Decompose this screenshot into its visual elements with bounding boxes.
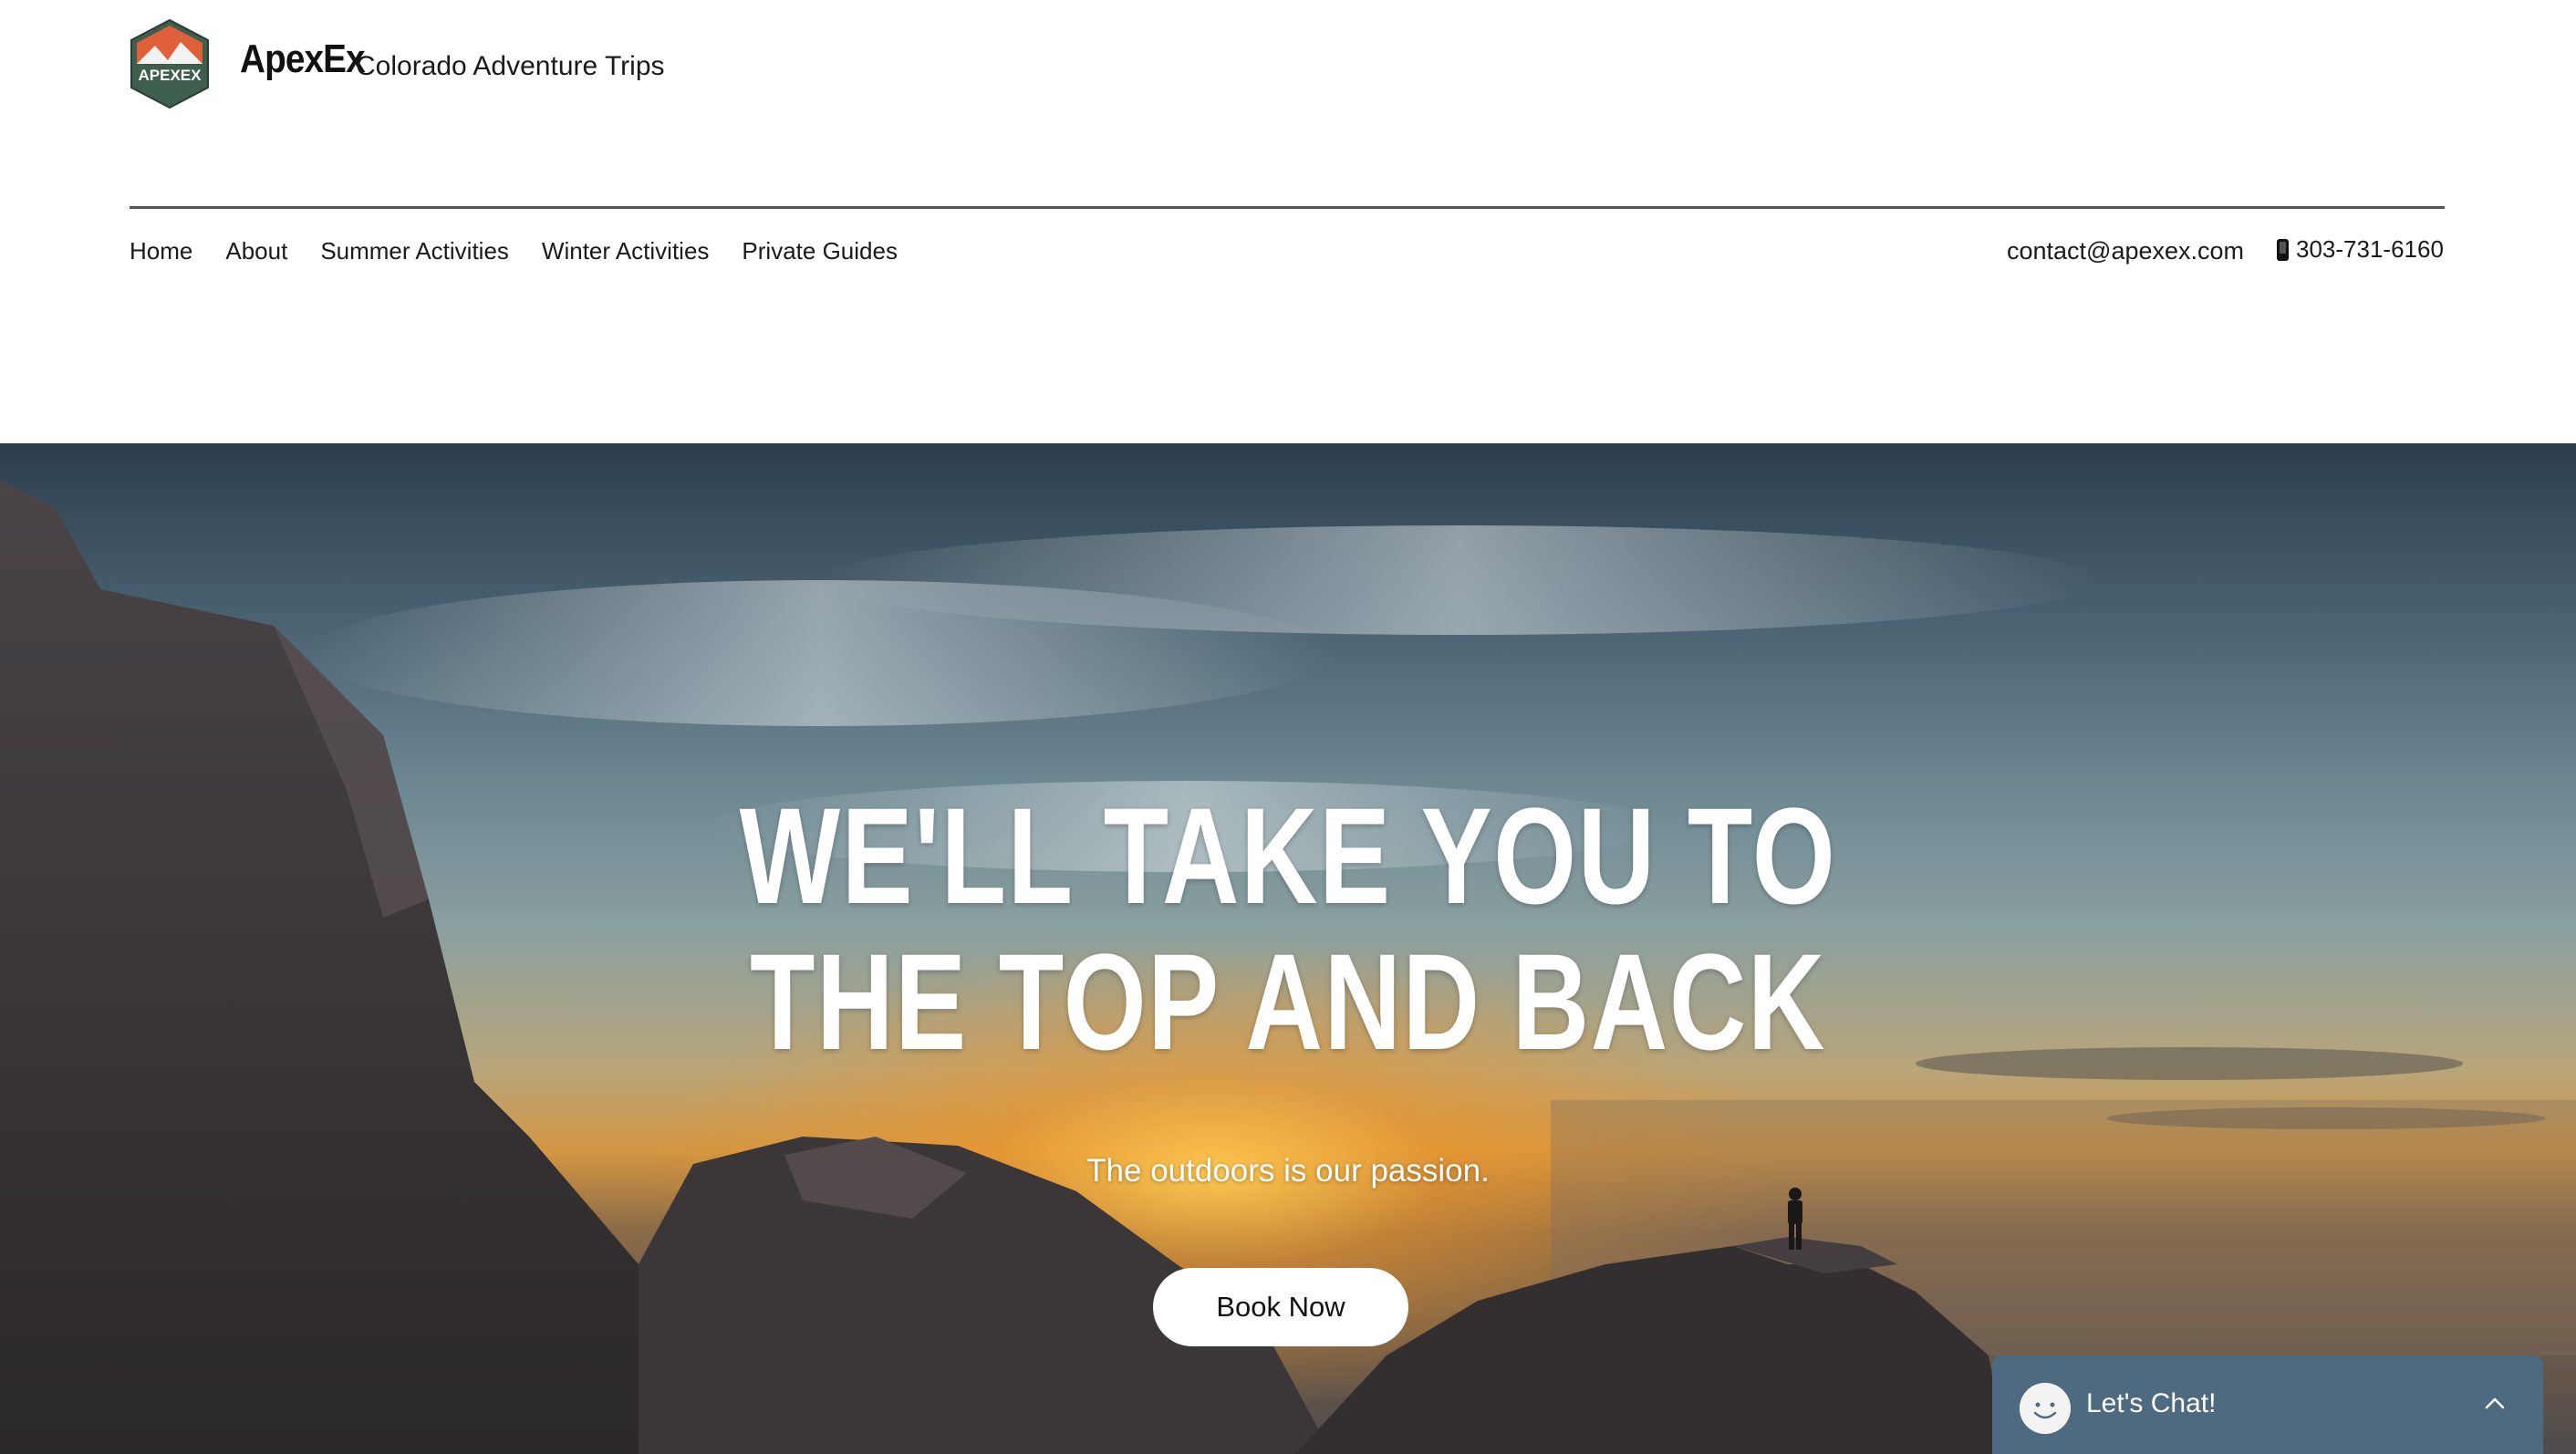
main-nav: Home About Summer Activities Winter Acti…	[130, 237, 930, 265]
hero-title-line-2: THE TOP AND BACK	[750, 925, 1826, 1078]
brand-tagline: Colorado Adventure Trips	[356, 51, 665, 81]
nav-item-summer-activities[interactable]: Summer Activities	[320, 237, 509, 265]
apexex-logo[interactable]: APEXEX	[128, 18, 212, 109]
brand-name[interactable]: ApexEx	[240, 36, 366, 82]
header-divider	[130, 206, 2445, 209]
hero-title-line-1: WE'LL TAKE YOU TO	[739, 779, 1837, 932]
contact-phone-number: 303-731-6160	[2296, 235, 2444, 263]
chat-smiley-icon	[2020, 1383, 2071, 1434]
chat-widget[interactable]: Let's Chat!	[1992, 1355, 2543, 1454]
nav-item-home[interactable]: Home	[130, 237, 192, 265]
hero-subtitle: The outdoors is our passion.	[1086, 1153, 1490, 1189]
mobile-phone-icon	[2277, 238, 2289, 261]
book-now-button[interactable]: Book Now	[1153, 1268, 1408, 1346]
chat-label: Let's Chat!	[2086, 1388, 2217, 1418]
contact-phone[interactable]: 303-731-6160	[2277, 235, 2444, 264]
nav-item-private-guides[interactable]: Private Guides	[742, 237, 898, 265]
nav-item-about[interactable]: About	[225, 237, 287, 265]
svg-text:APEXEX: APEXEX	[139, 67, 203, 84]
hero-title: WE'LL TAKE YOU TO THE TOP AND BACK	[284, 783, 2293, 1075]
hero-section: WE'LL TAKE YOU TO THE TOP AND BACK The o…	[0, 443, 2576, 1454]
nav-item-winter-activities[interactable]: Winter Activities	[542, 237, 710, 265]
contact-email-link[interactable]: contact@apexex.com	[2007, 237, 2244, 265]
site-header: APEXEX ApexEx Colorado Adventure Trips H…	[0, 0, 2576, 443]
chevron-up-icon[interactable]	[2485, 1394, 2505, 1414]
